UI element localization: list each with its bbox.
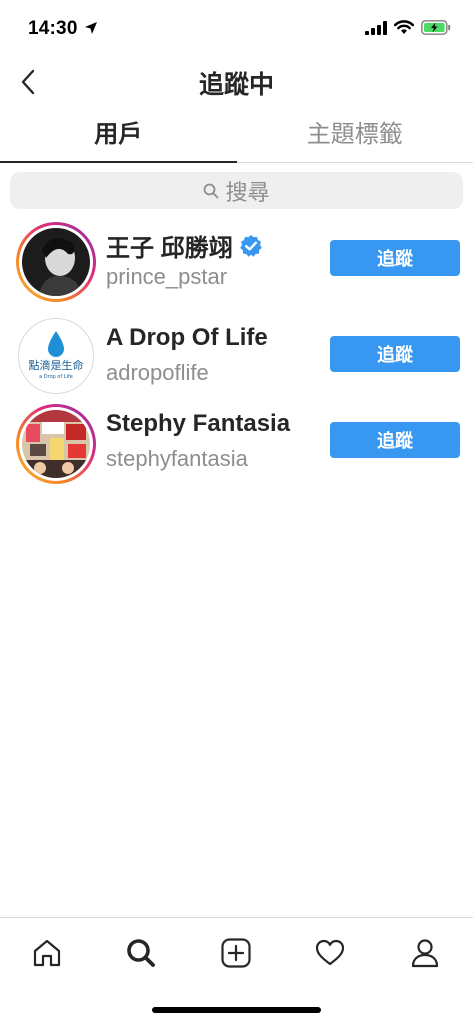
home-icon — [31, 937, 63, 969]
tab-bar: 用戶 主題標籤 — [0, 108, 473, 163]
display-name-text: Stephy Fantasia — [106, 410, 290, 438]
cellular-signal-icon — [365, 21, 387, 35]
tab-users[interactable]: 用戶 — [0, 108, 237, 162]
status-bar: 14:30 — [0, 0, 473, 58]
avatar-photo — [22, 410, 90, 478]
logo-text: 點滴是生命 — [29, 358, 84, 372]
profile-icon — [409, 937, 441, 969]
user-display-name[interactable]: 王子 邱勝翊 — [106, 228, 263, 263]
avatar[interactable]: 點滴是生命 a Drop of Life — [18, 318, 94, 394]
avatar-photo — [22, 228, 90, 296]
avatar[interactable] — [16, 404, 96, 484]
profile-tab[interactable] — [407, 935, 443, 971]
user-display-name[interactable]: A Drop Of Life — [106, 324, 268, 352]
display-name-text: A Drop Of Life — [106, 324, 268, 352]
user-handle: prince_pstar — [106, 264, 227, 290]
follow-button[interactable]: 追蹤 — [330, 422, 460, 458]
new-post-tab[interactable] — [218, 935, 254, 971]
follow-button[interactable]: 追蹤 — [330, 336, 460, 372]
battery-charging-icon — [421, 20, 451, 35]
home-indicator[interactable] — [152, 1007, 321, 1013]
page-title: 追蹤中 — [0, 65, 473, 101]
follow-button[interactable]: 追蹤 — [330, 240, 460, 276]
wifi-icon — [394, 20, 414, 35]
search-placeholder: 搜尋 — [225, 175, 269, 207]
location-arrow-icon — [84, 21, 98, 35]
avatar[interactable] — [16, 222, 96, 302]
home-tab[interactable] — [29, 935, 65, 971]
user-handle: stephyfantasia — [106, 446, 248, 472]
verified-badge-icon — [239, 234, 263, 258]
nav-header: 追蹤中 — [0, 58, 473, 106]
display-name-text: 王子 邱勝翊 — [106, 228, 233, 263]
list-item[interactable]: 點滴是生命 a Drop of Life A Drop Of Life adro… — [0, 318, 473, 408]
status-indicators — [365, 20, 451, 35]
user-handle: adropoflife — [106, 360, 209, 386]
search-icon — [203, 183, 219, 199]
search-tab[interactable] — [123, 935, 159, 971]
tab-hashtags[interactable]: 主題標籤 — [237, 108, 473, 162]
activity-tab[interactable] — [312, 935, 348, 971]
list-item[interactable]: 王子 邱勝翊 prince_pstar 追蹤 — [0, 222, 473, 312]
logo-subtext: a Drop of Life — [39, 374, 73, 380]
search-input[interactable]: 搜尋 — [10, 172, 463, 209]
user-display-name[interactable]: Stephy Fantasia — [106, 410, 290, 438]
drop-logo: 點滴是生命 a Drop of Life — [19, 319, 93, 393]
add-post-icon — [220, 937, 252, 969]
status-time: 14:30 — [28, 18, 78, 40]
list-item[interactable]: Stephy Fantasia stephyfantasia 追蹤 — [0, 404, 473, 494]
search-icon — [125, 937, 157, 969]
activity-heart-icon — [314, 937, 346, 969]
